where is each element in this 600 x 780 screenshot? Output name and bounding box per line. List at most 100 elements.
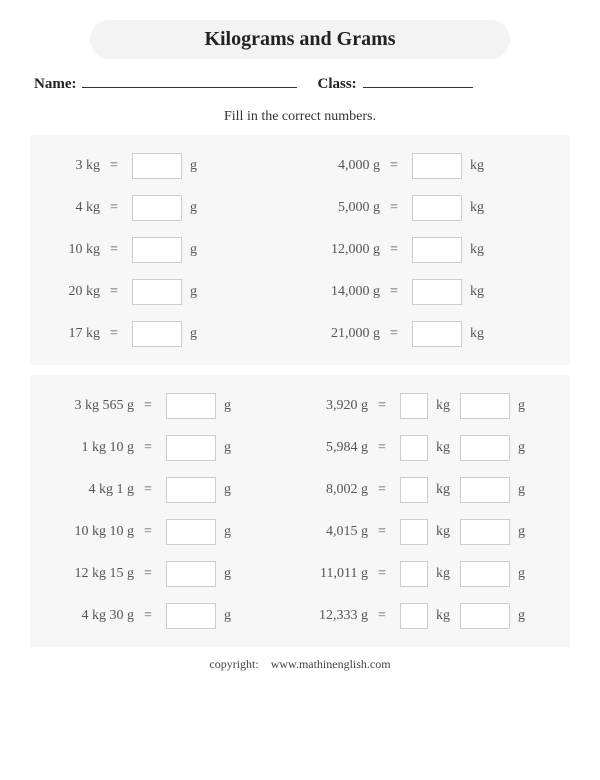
- answer-blank[interactable]: [132, 237, 182, 263]
- unit-label: g: [190, 242, 197, 258]
- unit-label: kg: [436, 524, 450, 540]
- answer-blank[interactable]: [166, 561, 216, 587]
- operand-left: 10 kg: [42, 242, 100, 258]
- answer-blank[interactable]: [166, 393, 216, 419]
- answer-blank[interactable]: [460, 435, 510, 461]
- answer-blank[interactable]: [400, 603, 428, 629]
- unit-label: g: [224, 608, 231, 624]
- instructions-text: Fill in the correct numbers.: [30, 109, 570, 125]
- equals-sign: =: [100, 200, 128, 216]
- problem-row: 1 kg 10 g=g5,984 g=kgg: [42, 427, 558, 469]
- answer-blank[interactable]: [166, 477, 216, 503]
- unit-label: g: [190, 284, 197, 300]
- unit-label: g: [518, 440, 525, 456]
- unit-label: g: [190, 200, 197, 216]
- problem-row: 10 kg=g12,000 g=kg: [42, 229, 558, 271]
- answer-blank[interactable]: [460, 519, 510, 545]
- unit-label: kg: [436, 440, 450, 456]
- problem-row: 4 kg 1 g=g8,002 g=kgg: [42, 469, 558, 511]
- unit-label: kg: [436, 482, 450, 498]
- operand-left: 5,984 g: [300, 440, 368, 456]
- answer-blank[interactable]: [412, 153, 462, 179]
- answer-blank[interactable]: [412, 321, 462, 347]
- answer-blank[interactable]: [132, 321, 182, 347]
- section-compound-conversion: 3 kg 565 g=g3,920 g=kgg1 kg 10 g=g5,984 …: [30, 375, 570, 647]
- answer-blank[interactable]: [166, 435, 216, 461]
- answer-blank[interactable]: [166, 519, 216, 545]
- name-input-line[interactable]: [82, 73, 297, 88]
- unit-label: kg: [470, 158, 484, 174]
- equals-sign: =: [368, 608, 396, 624]
- answer-blank[interactable]: [132, 195, 182, 221]
- problem-row: 4 kg 30 g=g12,333 g=kgg: [42, 595, 558, 637]
- answer-blank[interactable]: [412, 195, 462, 221]
- unit-label: g: [224, 524, 231, 540]
- equals-sign: =: [368, 524, 396, 540]
- operand-left: 11,011 g: [300, 566, 368, 582]
- unit-label: kg: [470, 284, 484, 300]
- problem-row: 3 kg=g4,000 g=kg: [42, 145, 558, 187]
- unit-label: g: [518, 482, 525, 498]
- operand-left: 12 kg 15 g: [42, 566, 134, 582]
- equals-sign: =: [368, 440, 396, 456]
- unit-label: kg: [470, 242, 484, 258]
- answer-blank[interactable]: [460, 603, 510, 629]
- unit-label: g: [518, 398, 525, 414]
- problem-row: 17 kg=g21,000 g=kg: [42, 313, 558, 355]
- answer-blank[interactable]: [460, 561, 510, 587]
- answer-blank[interactable]: [400, 393, 428, 419]
- answer-blank[interactable]: [166, 603, 216, 629]
- answer-blank[interactable]: [400, 435, 428, 461]
- equals-sign: =: [380, 242, 408, 258]
- answer-blank[interactable]: [400, 561, 428, 587]
- equals-sign: =: [380, 200, 408, 216]
- answer-blank[interactable]: [400, 519, 428, 545]
- copyright-footer: copyright: www.mathinenglish.com: [30, 657, 570, 672]
- answer-blank[interactable]: [460, 477, 510, 503]
- operand-left: 4 kg 1 g: [42, 482, 134, 498]
- unit-label: g: [224, 398, 231, 414]
- unit-label: g: [224, 440, 231, 456]
- problem-row: 3 kg 565 g=g3,920 g=kgg: [42, 385, 558, 427]
- equals-sign: =: [134, 440, 162, 456]
- unit-label: kg: [436, 608, 450, 624]
- student-info-row: Name: Class:: [30, 73, 570, 93]
- name-label: Name:: [34, 76, 76, 93]
- operand-left: 3 kg: [42, 158, 100, 174]
- unit-label: g: [518, 608, 525, 624]
- copyright-label: copyright:: [209, 657, 258, 671]
- unit-label: g: [190, 326, 197, 342]
- class-label: Class:: [317, 76, 356, 93]
- unit-label: g: [518, 524, 525, 540]
- operand-left: 5,000 g: [300, 200, 380, 216]
- class-input-line[interactable]: [363, 73, 473, 88]
- operand-left: 4 kg 30 g: [42, 608, 134, 624]
- problem-row: 12 kg 15 g=g11,011 g=kgg: [42, 553, 558, 595]
- operand-left: 3 kg 565 g: [42, 398, 134, 414]
- operand-left: 4,015 g: [300, 524, 368, 540]
- answer-blank[interactable]: [412, 237, 462, 263]
- operand-left: 4 kg: [42, 200, 100, 216]
- copyright-site: www.mathinenglish.com: [271, 657, 391, 671]
- answer-blank[interactable]: [400, 477, 428, 503]
- operand-left: 21,000 g: [300, 326, 380, 342]
- title-text: Kilograms and Grams: [204, 28, 395, 50]
- unit-label: g: [224, 566, 231, 582]
- answer-blank[interactable]: [132, 279, 182, 305]
- equals-sign: =: [380, 326, 408, 342]
- equals-sign: =: [100, 284, 128, 300]
- equals-sign: =: [380, 158, 408, 174]
- answer-blank[interactable]: [132, 153, 182, 179]
- equals-sign: =: [100, 242, 128, 258]
- section-simple-conversion: 3 kg=g4,000 g=kg4 kg=g5,000 g=kg10 kg=g1…: [30, 135, 570, 365]
- unit-label: kg: [470, 200, 484, 216]
- operand-left: 4,000 g: [300, 158, 380, 174]
- unit-label: g: [224, 482, 231, 498]
- unit-label: kg: [436, 398, 450, 414]
- equals-sign: =: [100, 326, 128, 342]
- operand-left: 10 kg 10 g: [42, 524, 134, 540]
- answer-blank[interactable]: [460, 393, 510, 419]
- answer-blank[interactable]: [412, 279, 462, 305]
- equals-sign: =: [134, 482, 162, 498]
- unit-label: g: [518, 566, 525, 582]
